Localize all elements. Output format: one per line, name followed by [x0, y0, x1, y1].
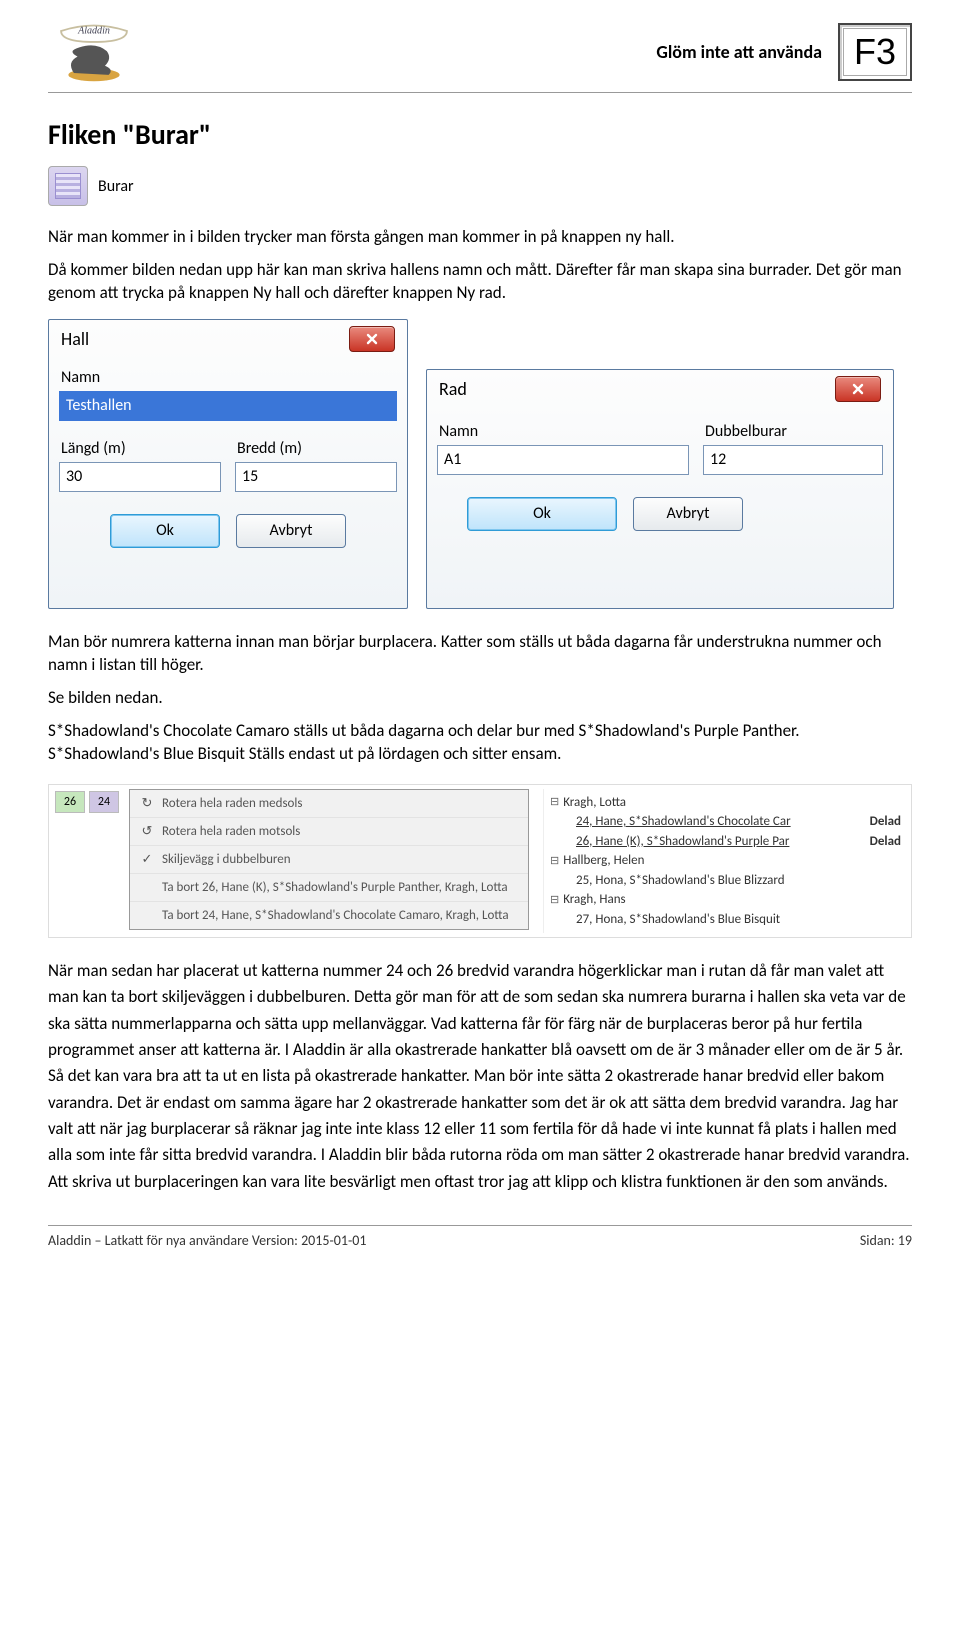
paragraph-4: S*Shadowland's Chocolate Camaro ställs u… [48, 720, 912, 766]
hall-width-label: Bredd (m) [237, 439, 397, 458]
rad-dub-input[interactable] [703, 445, 883, 475]
svg-text:Aladdin: Aladdin [77, 26, 110, 37]
rad-dub-label: Dubbelburar [705, 422, 883, 441]
hall-width-input[interactable] [235, 462, 397, 492]
blank-icon [140, 880, 154, 894]
tree-cat[interactable]: 27, Hona, S*Shadowland's Blue Bisquit [550, 910, 901, 930]
tree-owner[interactable]: ⊟Hallberg, Helen [550, 851, 901, 871]
rad-ok-button[interactable]: Ok [467, 497, 617, 531]
cat-name: 25, Hona, S*Shadowland's Blue Blizzard [576, 871, 901, 891]
hall-cancel-button[interactable]: Avbryt [236, 514, 346, 548]
owner-tree: ⊟Kragh, Lotta 24, Hane, S*Shadowland's C… [543, 789, 907, 934]
context-menu: ↻ Rotera hela raden medsols ↺ Rotera hel… [129, 789, 529, 930]
dialog-rad: Rad Namn Dubbelburar Ok Avbryt [426, 369, 894, 609]
app-logo: Aladdin [48, 20, 140, 84]
ctx-divider[interactable]: ✓ Skiljevägg i dubbelburen [130, 846, 528, 874]
rad-name-input[interactable] [437, 445, 689, 475]
close-button[interactable] [835, 376, 881, 402]
header-reminder: Glöm inte att använda [656, 41, 822, 63]
cat-tag: Delad [870, 832, 901, 852]
owner-name: Hallberg, Helen [563, 851, 644, 871]
footer-left: Aladdin – Latkatt för nya användare Vers… [48, 1232, 366, 1249]
paragraph-3b: Se bilden nedan. [48, 687, 912, 710]
header-rule [48, 92, 912, 93]
owner-name: Kragh, Lotta [563, 793, 626, 813]
dialog-hall-title: Hall [61, 328, 89, 350]
ctx-label: Rotera hela raden medsols [162, 796, 302, 811]
dialog-hall: Hall Namn Längd (m) Bredd (m) Ok Avb [48, 319, 408, 609]
tree-cat[interactable]: 25, Hona, S*Shadowland's Blue Blizzard [550, 871, 901, 891]
hall-length-label: Längd (m) [61, 439, 221, 458]
dialog-rad-title: Rad [439, 378, 467, 400]
tree-owner[interactable]: ⊟Kragh, Hans [550, 890, 901, 910]
cage-icon [48, 166, 88, 206]
tree-owner[interactable]: ⊟Kragh, Lotta [550, 793, 901, 813]
ctx-label: Ta bort 26, Hane (K), S*Shadowland's Pur… [162, 880, 508, 895]
hall-name-input[interactable] [59, 391, 397, 421]
context-screenshot: 26 24 ↻ Rotera hela raden medsols ↺ Rote… [48, 784, 912, 939]
paragraph-1: När man kommer in i bilden trycker man f… [48, 226, 912, 249]
ctx-label: Skiljevägg i dubbelburen [162, 852, 291, 867]
hall-ok-button[interactable]: Ok [110, 514, 220, 548]
paragraph-2: Då kommer bilden nedan upp här kan man s… [48, 259, 912, 305]
ctx-remove-26[interactable]: Ta bort 26, Hane (K), S*Shadowland's Pur… [130, 874, 528, 902]
collapse-icon: ⊟ [550, 892, 559, 909]
cat-name: 26, Hane (K), S*Shadowland's Purple Par [576, 832, 862, 852]
close-icon [366, 333, 378, 345]
tree-cat[interactable]: 26, Hane (K), S*Shadowland's Purple Par D… [550, 832, 901, 852]
hall-name-label: Namn [61, 368, 397, 387]
owner-name: Kragh, Hans [563, 890, 625, 910]
cat-name: 27, Hona, S*Shadowland's Blue Bisquit [576, 910, 901, 930]
close-button[interactable] [349, 326, 395, 352]
ctx-label: Rotera hela raden motsols [162, 824, 300, 839]
rad-name-label: Namn [439, 422, 689, 441]
section-title: Fliken "Burar" [48, 117, 912, 152]
cage-cell-24[interactable]: 24 [89, 791, 119, 813]
ctx-remove-24[interactable]: Ta bort 24, Hane, S*Shadowland's Chocola… [130, 902, 528, 929]
f3-key-box: F3 [838, 23, 912, 81]
cage-cell-26[interactable]: 26 [55, 791, 85, 813]
paragraph-3: Man bör numrera katterna innan man börja… [48, 631, 912, 677]
rad-cancel-button[interactable]: Avbryt [633, 497, 743, 531]
ctx-rotate-ccw[interactable]: ↺ Rotera hela raden motsols [130, 818, 528, 846]
blank-icon [140, 908, 154, 922]
collapse-icon: ⊟ [550, 853, 559, 870]
rotate-cw-icon: ↻ [140, 796, 154, 810]
burar-tab-chip: Burar [48, 166, 158, 206]
rotate-ccw-icon: ↺ [140, 824, 154, 838]
burar-tab-label: Burar [98, 177, 134, 196]
close-icon [852, 383, 864, 395]
hall-length-input[interactable] [59, 462, 221, 492]
cat-tag: Delad [870, 812, 901, 832]
ctx-label: Ta bort 24, Hane, S*Shadowland's Chocola… [162, 908, 509, 923]
cat-name: 24, Hane, S*Shadowland's Chocolate Car [576, 812, 862, 832]
footer-right: Sidan: 19 [860, 1232, 912, 1249]
collapse-icon: ⊟ [550, 794, 559, 811]
paragraph-5: När man sedan har placerat ut katterna n… [48, 958, 912, 1195]
ctx-rotate-cw[interactable]: ↻ Rotera hela raden medsols [130, 790, 528, 818]
check-icon: ✓ [140, 852, 154, 866]
footer-rule [48, 1225, 912, 1226]
tree-cat[interactable]: 24, Hane, S*Shadowland's Chocolate Car De… [550, 812, 901, 832]
